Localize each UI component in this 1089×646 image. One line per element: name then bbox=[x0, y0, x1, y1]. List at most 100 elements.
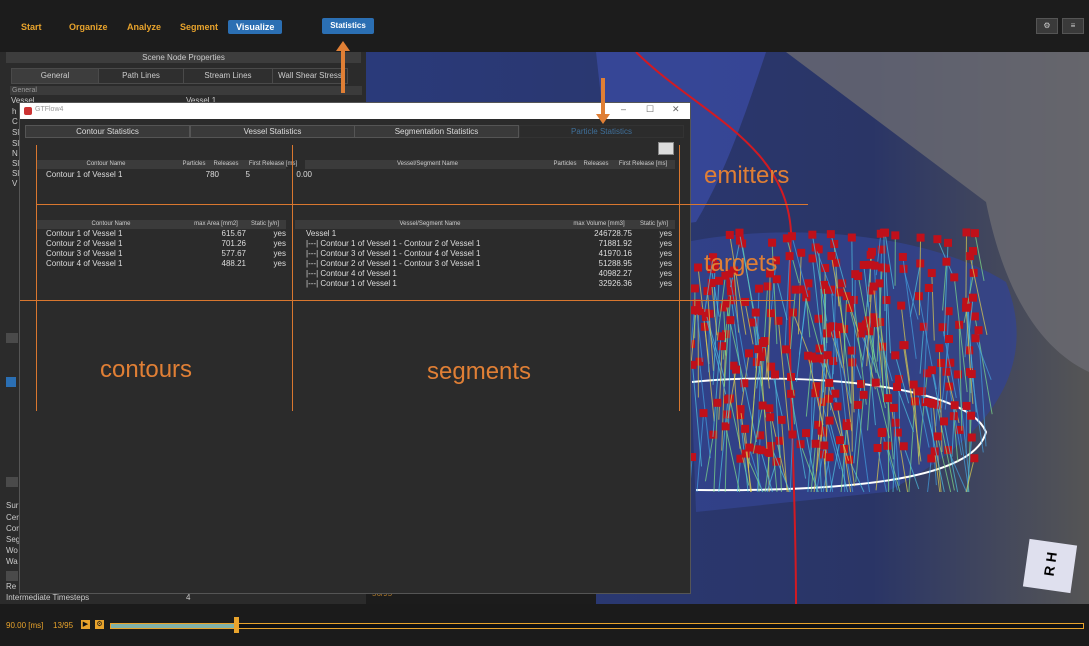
export-icon[interactable] bbox=[658, 142, 674, 155]
static-cell: yes bbox=[659, 229, 672, 238]
static-cell: yes bbox=[273, 229, 286, 238]
tab-particle-statistics[interactable]: Particle Statistics bbox=[519, 125, 684, 138]
color-swatch[interactable] bbox=[6, 377, 16, 387]
minimize-icon[interactable]: – bbox=[621, 104, 626, 114]
contour-name-cell: Contour 3 of Vessel 1 bbox=[46, 249, 123, 258]
table-row[interactable]: |---| Contour 1 of Vessel 1 - Contour 2 … bbox=[306, 239, 674, 249]
table-row[interactable]: Contour 1 of Vessel 1 615.67 yes bbox=[46, 229, 286, 239]
gtflow-statistics-window: GTFlow4 – ☐ ✕ Contour Statistics Vessel … bbox=[19, 102, 691, 594]
table-row[interactable]: Contour 2 of Vessel 1 701.26 yes bbox=[46, 239, 286, 249]
tab-contour-statistics[interactable]: Contour Statistics bbox=[25, 125, 190, 138]
collapsed-section[interactable] bbox=[6, 477, 18, 487]
particle-marker bbox=[766, 441, 775, 450]
particle-marker bbox=[833, 402, 842, 411]
side-label: h bbox=[12, 107, 17, 116]
particle-marker bbox=[823, 351, 832, 360]
area-cell: 615.67 bbox=[221, 229, 246, 238]
intermediate-timesteps-value[interactable]: 4 bbox=[186, 593, 190, 602]
table-row[interactable]: |---| Contour 4 of Vessel 1 40982.27 yes bbox=[306, 269, 674, 279]
particle-marker bbox=[924, 283, 933, 292]
particle-marker bbox=[826, 230, 835, 239]
particle-marker bbox=[791, 285, 800, 294]
particle-marker bbox=[891, 231, 900, 240]
table-row[interactable]: |---| Contour 1 of Vessel 1 32926.36 yes bbox=[306, 279, 674, 289]
intermediate-timesteps-label: Intermediate Timesteps bbox=[6, 593, 90, 602]
orientation-cube-label: R H bbox=[1040, 550, 1060, 578]
segment-name-cell: |---| Contour 4 of Vessel 1 bbox=[306, 269, 397, 278]
particle-marker bbox=[871, 378, 880, 387]
annotation-line bbox=[292, 145, 293, 411]
orientation-cube[interactable]: R H bbox=[1022, 538, 1078, 594]
particle-marker bbox=[875, 279, 884, 288]
area-cell: 701.26 bbox=[221, 239, 246, 248]
table-row[interactable]: |---| Contour 3 of Vessel 1 - Contour 4 … bbox=[306, 249, 674, 259]
play-icon[interactable]: ▶ bbox=[81, 620, 90, 629]
settings-gear-icon[interactable]: ⚙ bbox=[1036, 18, 1058, 34]
particle-marker bbox=[787, 232, 796, 241]
statistics-arrow bbox=[336, 41, 350, 95]
particle-marker bbox=[736, 405, 745, 414]
loop-settings-icon[interactable]: ⚙ bbox=[95, 620, 104, 629]
collapsed-section[interactable] bbox=[6, 333, 18, 343]
tab-stream-lines[interactable]: Stream Lines bbox=[183, 68, 273, 84]
volume-cell: 40982.27 bbox=[598, 269, 632, 278]
particle-marker bbox=[873, 444, 882, 453]
particle-marker bbox=[950, 401, 959, 410]
particle-marker bbox=[725, 394, 734, 403]
table-row[interactable]: |---| Contour 2 of Vessel 1 - Contour 3 … bbox=[306, 259, 674, 269]
lower-label: Re bbox=[6, 582, 17, 591]
menu-organize[interactable]: Organize bbox=[69, 20, 108, 34]
particle-marker bbox=[962, 228, 971, 237]
area-cell: 577.67 bbox=[221, 249, 246, 258]
menu-analyze[interactable]: Analyze bbox=[127, 20, 161, 34]
particle-marker bbox=[974, 326, 983, 335]
particle-marker bbox=[777, 415, 786, 424]
particle-marker bbox=[802, 429, 811, 438]
menu-start[interactable]: Start bbox=[21, 20, 42, 34]
particle-marker bbox=[835, 436, 844, 445]
tab-segmentation-statistics[interactable]: Segmentation Statistics bbox=[354, 125, 519, 138]
col-header: Contour Name bbox=[86, 161, 126, 167]
col-header: max Area [mm2] bbox=[194, 221, 238, 227]
particle-marker bbox=[917, 387, 926, 396]
particle-marker bbox=[877, 429, 886, 438]
static-cell: yes bbox=[659, 279, 672, 288]
table-row[interactable]: Contour 3 of Vessel 1 577.67 yes bbox=[46, 249, 286, 259]
particle-marker bbox=[927, 366, 936, 375]
table-row[interactable]: Vessel 1 246728.75 yes bbox=[306, 229, 674, 239]
particle-marker bbox=[804, 351, 813, 360]
particle-marker bbox=[968, 293, 977, 302]
maximize-icon[interactable]: ☐ bbox=[646, 104, 654, 115]
timeline-handle[interactable] bbox=[234, 617, 240, 633]
particle-statistics-arrow bbox=[596, 78, 610, 124]
window-titlebar[interactable] bbox=[20, 103, 690, 119]
col-header: Vessel/Segment Name bbox=[399, 221, 461, 227]
contour-name-cell: Contour 1 of Vessel 1 bbox=[46, 229, 123, 238]
annotation-line bbox=[20, 300, 794, 301]
collapsed-section[interactable] bbox=[6, 571, 18, 581]
top-menu-bar bbox=[0, 0, 1089, 52]
contours-annotation: contours bbox=[100, 356, 193, 383]
lower-label: Cor bbox=[6, 524, 19, 533]
tab-path-lines[interactable]: Path Lines bbox=[98, 68, 184, 84]
particle-marker bbox=[765, 448, 774, 457]
timeline-track[interactable] bbox=[110, 623, 1084, 629]
layout-menu-icon[interactable]: ≡ bbox=[1062, 18, 1084, 34]
table-row[interactable]: Contour 1 of Vessel 1 780 5 0.00 bbox=[46, 170, 312, 180]
contour-name-cell: Contour 1 of Vessel 1 bbox=[46, 170, 123, 179]
close-icon[interactable]: ✕ bbox=[672, 104, 680, 115]
tab-vessel-statistics[interactable]: Vessel Statistics bbox=[190, 125, 355, 138]
releases-cell: 5 bbox=[245, 170, 250, 179]
static-cell: yes bbox=[659, 249, 672, 258]
menu-visualize[interactable]: Visualize bbox=[228, 20, 283, 34]
lower-label: Wo bbox=[6, 546, 18, 555]
statistics-button[interactable]: Statistics bbox=[322, 18, 374, 34]
segments-annotation: segments bbox=[427, 358, 532, 385]
menu-segment[interactable]: Segment bbox=[180, 20, 218, 34]
table-row[interactable]: Contour 4 of Vessel 1 488.21 yes bbox=[46, 259, 286, 269]
tab-general[interactable]: General bbox=[11, 68, 99, 84]
lower-label: Wa bbox=[6, 557, 18, 566]
col-header: Contour Name bbox=[91, 221, 131, 227]
particle-marker bbox=[820, 441, 829, 450]
col-header: First Release [ms] bbox=[248, 161, 298, 167]
